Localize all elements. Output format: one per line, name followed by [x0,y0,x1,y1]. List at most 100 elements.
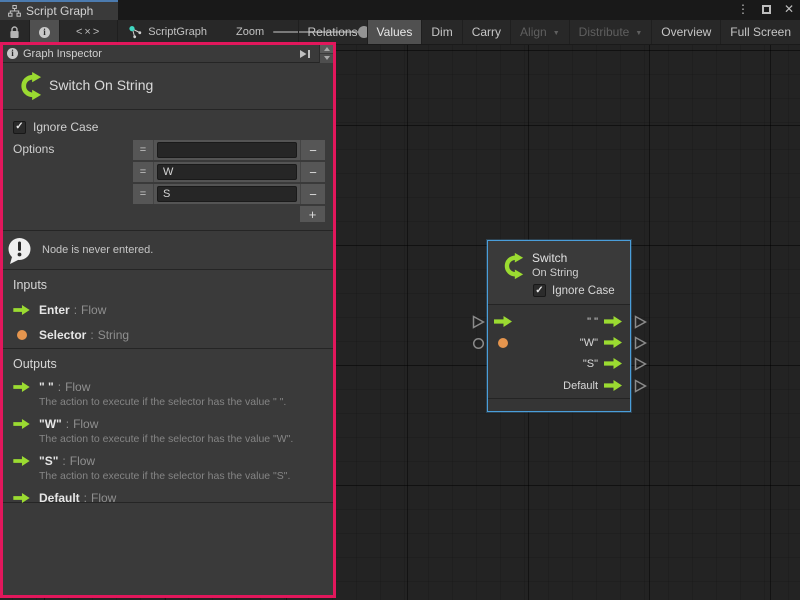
scroll-up-button[interactable] [320,45,333,55]
inputs-section: Inputs Enter : Flow Selector : String [3,270,333,349]
tab-bar: Script Graph ⋮ ✕ [0,0,800,20]
full-screen-label: Full Screen [730,25,791,39]
inputs-heading: Inputs [13,278,323,292]
warning-banner: Node is never entered. [3,231,333,270]
port-type: Flow [81,303,106,317]
port-name: Enter [39,303,70,317]
inspector-empty-area [3,503,333,595]
inspector-node-title-section: Switch On String [3,63,333,110]
options-label: Options [13,142,54,156]
port-type: Flow [91,491,116,505]
menu-icon[interactable]: ⋮ [737,2,749,16]
drag-handle-icon[interactable]: = [133,140,154,160]
port-separator: : [66,417,69,431]
flow-input-port[interactable] [494,311,512,332]
port-separator: : [84,491,87,505]
maximize-icon[interactable] [762,5,771,14]
option-value-input[interactable] [157,142,297,158]
output-port-w: "W" : Flow [13,417,323,431]
node-title: Switch [532,251,567,265]
flow-arrow-icon [13,493,39,503]
tab-script-graph[interactable]: Script Graph [0,0,118,20]
external-output-stub-default[interactable] [634,379,647,393]
output-label: "S" [583,358,598,370]
lock-icon [9,26,20,39]
graph-breadcrumb[interactable]: ScriptGraph [118,20,217,44]
remove-option-button[interactable]: − [300,184,325,204]
output-port-s: "S" : Flow [13,454,323,468]
info-icon: i [7,48,18,59]
output-port-space[interactable]: " " [587,311,622,332]
input-port-selector: Selector : String [13,328,323,342]
inspector-toggle-button[interactable]: i [30,20,60,44]
chevron-down-icon: ▼ [635,30,642,37]
scroll-down-button[interactable] [320,54,333,63]
value-dot-icon [13,330,39,340]
unity-script-graph-window: Script Graph ⋮ ✕ i <×> [0,0,800,600]
graph-hierarchy-icon [8,5,21,17]
script-graph-asset-icon [128,25,142,39]
node-header[interactable]: Switch On String ✓ Ignore Case [488,241,630,305]
align-label: Align [520,25,547,39]
close-icon[interactable]: ✕ [784,2,794,16]
ignore-case-checkbox[interactable]: ✓ [13,121,26,134]
carry-label: Carry [472,25,501,39]
port-name: Default [39,491,80,505]
overview-button[interactable]: Overview [651,20,720,44]
node-subtitle: On String [532,267,578,279]
switch-icon [496,252,524,280]
tab-title: Script Graph [26,4,93,18]
output-label: " " [587,316,598,328]
dim-button[interactable]: Dim [421,20,461,44]
port-description: The action to execute if the selector ha… [39,470,323,483]
option-value-input[interactable] [157,186,297,202]
warning-icon [6,237,33,264]
distribute-dropdown[interactable]: Distribute ▼ [569,20,652,44]
input-port-enter: Enter : Flow [13,303,323,317]
carry-button[interactable]: Carry [462,20,510,44]
overview-label: Overview [661,25,711,39]
values-button[interactable]: Values [367,20,422,44]
lock-button[interactable] [0,20,30,44]
output-port-default[interactable]: Default [563,375,622,396]
external-flow-input-stub[interactable] [472,315,485,329]
port-separator: : [58,380,61,394]
output-port-w[interactable]: "W" [580,332,622,353]
flow-arrow-icon [13,305,39,315]
switch-on-string-node[interactable]: Switch On String ✓ Ignore Case " " "W" [487,240,631,412]
chevron-down-icon: ▼ [553,30,560,37]
output-label: Default [563,380,598,392]
drag-handle-icon[interactable]: = [133,184,154,204]
dock-panel-icon[interactable] [299,49,311,59]
full-screen-button[interactable]: Full Screen [720,20,800,44]
panel-scroll-stepper [319,45,333,63]
external-output-stub-w[interactable] [634,336,647,350]
port-separator: : [74,303,77,317]
relations-button[interactable]: Relations [298,20,367,44]
remove-option-button[interactable]: − [300,140,325,160]
option-row: = − [133,162,325,182]
port-separator: : [90,328,93,342]
node-body: " " "W" "S" Default [488,305,630,397]
node-ignore-case-checkbox[interactable]: ✓ [533,284,546,297]
external-output-stub-s[interactable] [634,357,647,371]
option-value-input[interactable] [157,164,297,180]
align-dropdown[interactable]: Align ▼ [510,20,569,44]
port-description: The action to execute if the selector ha… [39,433,323,446]
add-option-button[interactable]: + [300,206,325,222]
port-name: "W" [39,417,62,431]
output-port-s[interactable]: "S" [583,353,622,374]
distribute-label: Distribute [579,25,630,39]
output-port-space: " " : Flow [13,380,323,394]
drag-handle-icon[interactable]: = [133,162,154,182]
external-output-stub-space[interactable] [634,315,647,329]
window-controls: ⋮ ✕ [737,0,794,18]
code-view-button[interactable]: <×> [60,20,118,44]
external-selector-input-stub[interactable] [472,337,485,350]
inspector-node-title: Switch On String [49,77,153,93]
zoom-label-text: Zoom [236,26,264,38]
port-name: "S" [39,454,58,468]
selector-input-port[interactable] [498,332,508,353]
remove-option-button[interactable]: − [300,162,325,182]
switch-icon [12,71,42,101]
